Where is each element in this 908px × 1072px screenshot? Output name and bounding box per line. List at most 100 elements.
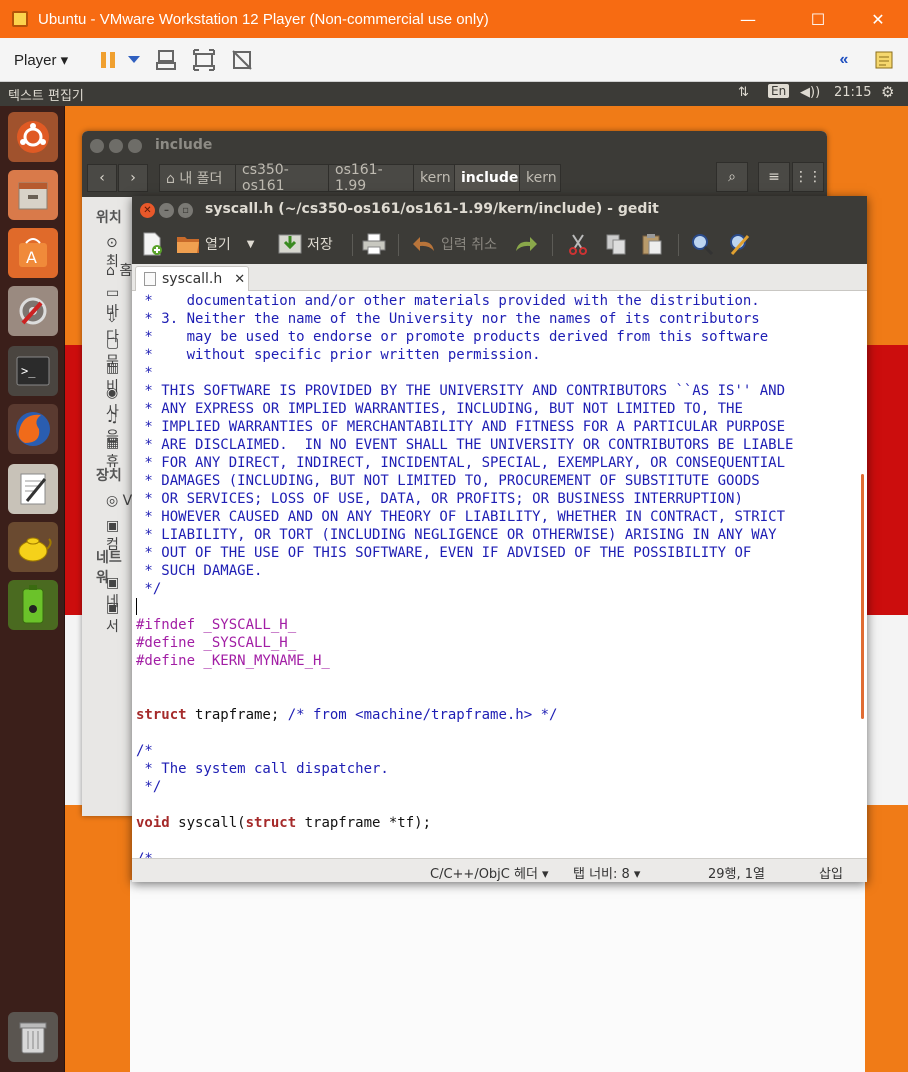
vmware-window-title: Ubuntu - VMware Workstation 12 Player (N… <box>38 10 489 28</box>
terminal-icon[interactable]: >_ <box>8 346 58 396</box>
sidebar-device-volume[interactable]: ◎ V <box>106 493 132 509</box>
editor-scrollbar[interactable] <box>861 474 864 719</box>
gedit-minimize-button[interactable]: – <box>159 203 174 218</box>
code-line: * may be used to endorse or promote prod… <box>136 328 793 346</box>
close-button[interactable]: ✕ <box>855 0 901 38</box>
code-token: syscall( <box>169 815 246 831</box>
open-dropdown-icon[interactable]: ▼ <box>247 239 255 250</box>
find-replace-button[interactable] <box>728 230 752 258</box>
language-selector[interactable]: C/C++/ObjC 헤더 ▾ <box>430 863 549 882</box>
code-line: * FOR ANY DIRECT, INDIRECT, INCIDENTAL, … <box>136 454 793 472</box>
nautilus-title: include <box>155 137 213 153</box>
sidebar-network-server[interactable]: ▣ 서 <box>106 600 134 636</box>
code-line: * OR SERVICES; LOSS OF USE, DATA, OR PRO… <box>136 490 793 508</box>
gedit-maximize-button[interactable]: ▫ <box>178 203 193 218</box>
minimize-button[interactable]: — <box>725 0 771 38</box>
print-icon <box>362 232 386 256</box>
code-line: * LIABILITY, OR TORT (INCLUDING NEGLIGEN… <box>136 526 793 544</box>
open-label: 열기 <box>205 237 231 253</box>
battery-bug-app-icon[interactable] <box>8 580 58 630</box>
cursor-position: 29행, 1열 <box>708 867 765 882</box>
code-token: * without specific prior written permiss… <box>136 347 541 363</box>
paste-button[interactable] <box>640 230 664 258</box>
svg-text:A: A <box>26 248 37 267</box>
tab-syscall-h[interactable]: syscall.h ✕ <box>135 266 249 291</box>
places-header: 위치 <box>96 210 122 226</box>
find-replace-icon <box>728 232 752 256</box>
breadcrumb-home[interactable]: ⌂ 내 폴더 <box>159 164 236 192</box>
breadcrumb-kern[interactable]: kern <box>413 164 455 192</box>
gedit-close-button[interactable]: ✕ <box>140 203 155 218</box>
undo-button[interactable]: 입력 취소 <box>412 230 497 258</box>
new-document-button[interactable] <box>140 230 164 258</box>
find-icon <box>690 232 714 256</box>
undo-icon <box>412 232 436 256</box>
nautilus-close-button[interactable] <box>90 139 104 153</box>
redo-button[interactable] <box>514 230 538 258</box>
undo-label: 입력 취소 <box>441 237 497 253</box>
code-token: * FOR ANY DIRECT, INDIRECT, INCIDENTAL, … <box>136 455 786 471</box>
save-button[interactable]: 저장 <box>278 230 333 258</box>
find-button[interactable] <box>690 230 714 258</box>
copy-button[interactable] <box>604 230 628 258</box>
code-line: /* <box>136 742 793 760</box>
nautilus-minimize-button[interactable] <box>109 139 123 153</box>
clock[interactable]: 21:15 <box>834 85 871 100</box>
files-icon[interactable] <box>8 170 58 220</box>
breadcrumb-os161[interactable]: os161-1.99 <box>328 162 414 194</box>
ubuntu-dash-icon[interactable] <box>8 112 58 162</box>
code-line: * without specific prior written permiss… <box>136 346 793 364</box>
volume-icon[interactable]: ◀)) <box>800 85 820 100</box>
menu-icon[interactable]: ≡ <box>758 162 790 192</box>
forward-button[interactable]: › <box>118 164 148 192</box>
search-icon[interactable]: ⌕ <box>716 162 748 192</box>
print-button[interactable] <box>362 230 386 258</box>
code-token: #define _SYSCALL_H_ <box>136 635 297 651</box>
wallpaper-red-block <box>866 345 908 615</box>
tab-width-selector[interactable]: 탭 너비: 8 ▾ <box>573 863 640 882</box>
file-manager-header: include ‹ › ⌂ 내 폴더 cs350-os161 os161-1.9… <box>82 131 827 197</box>
code-editor[interactable]: * documentation and/or other materials p… <box>132 292 867 858</box>
software-center-icon[interactable]: A <box>8 228 58 278</box>
pause-icon[interactable] <box>96 48 120 72</box>
unity-launcher: A >_ <box>0 106 65 1072</box>
code-token: * THIS SOFTWARE IS PROVIDED BY THE UNIVE… <box>136 383 786 399</box>
toolbar-separator <box>552 234 553 256</box>
keyword-token: struct <box>136 707 187 723</box>
system-settings-icon[interactable] <box>8 286 58 336</box>
collapse-toolbar-icon[interactable]: « <box>832 48 856 72</box>
system-gear-icon[interactable]: ⚙ <box>881 83 894 101</box>
maximize-button[interactable]: ☐ <box>795 0 841 38</box>
keyboard-indicator[interactable]: En <box>768 84 790 98</box>
open-button[interactable]: 열기 ▼ <box>176 230 254 258</box>
pause-dropdown-icon[interactable] <box>122 48 146 72</box>
cut-button[interactable] <box>566 230 590 258</box>
send-ctrl-alt-del-icon[interactable] <box>154 48 178 72</box>
code-line: #define _KERN_MYNAME_H_ <box>136 652 793 670</box>
breadcrumb-include[interactable]: include <box>454 164 520 192</box>
teapot-app-icon[interactable] <box>8 522 58 572</box>
trash-icon[interactable] <box>8 1012 58 1062</box>
grid-view-icon[interactable]: ⋮⋮ <box>792 162 824 192</box>
back-button[interactable]: ‹ <box>87 164 117 192</box>
toolbar-separator <box>352 234 353 256</box>
code-line: * DAMAGES (INCLUDING, BUT NOT LIMITED TO… <box>136 472 793 490</box>
fullscreen-icon[interactable] <box>192 48 216 72</box>
text-editor-icon[interactable] <box>8 464 58 514</box>
breadcrumb-cs350[interactable]: cs350-os161 <box>235 162 329 194</box>
firefox-icon[interactable] <box>8 404 58 454</box>
keyword-token: struct <box>245 815 297 831</box>
nautilus-maximize-button[interactable] <box>128 139 142 153</box>
notes-icon[interactable] <box>872 48 896 72</box>
player-menu-button[interactable]: Player ▾ <box>14 51 68 69</box>
code-token: * OR SERVICES; LOSS OF USE, DATA, OR PRO… <box>136 491 743 507</box>
sidebar-item-home[interactable]: ⌂ 홈 <box>106 260 132 280</box>
code-line: */ <box>136 778 793 796</box>
tab-close-icon[interactable]: ✕ <box>234 272 245 287</box>
unity-mode-icon[interactable] <box>230 48 254 72</box>
network-icon[interactable]: ⇅ <box>738 85 749 100</box>
breadcrumb-kern-2[interactable]: kern <box>519 164 561 192</box>
vmware-logo-icon <box>12 11 28 27</box>
